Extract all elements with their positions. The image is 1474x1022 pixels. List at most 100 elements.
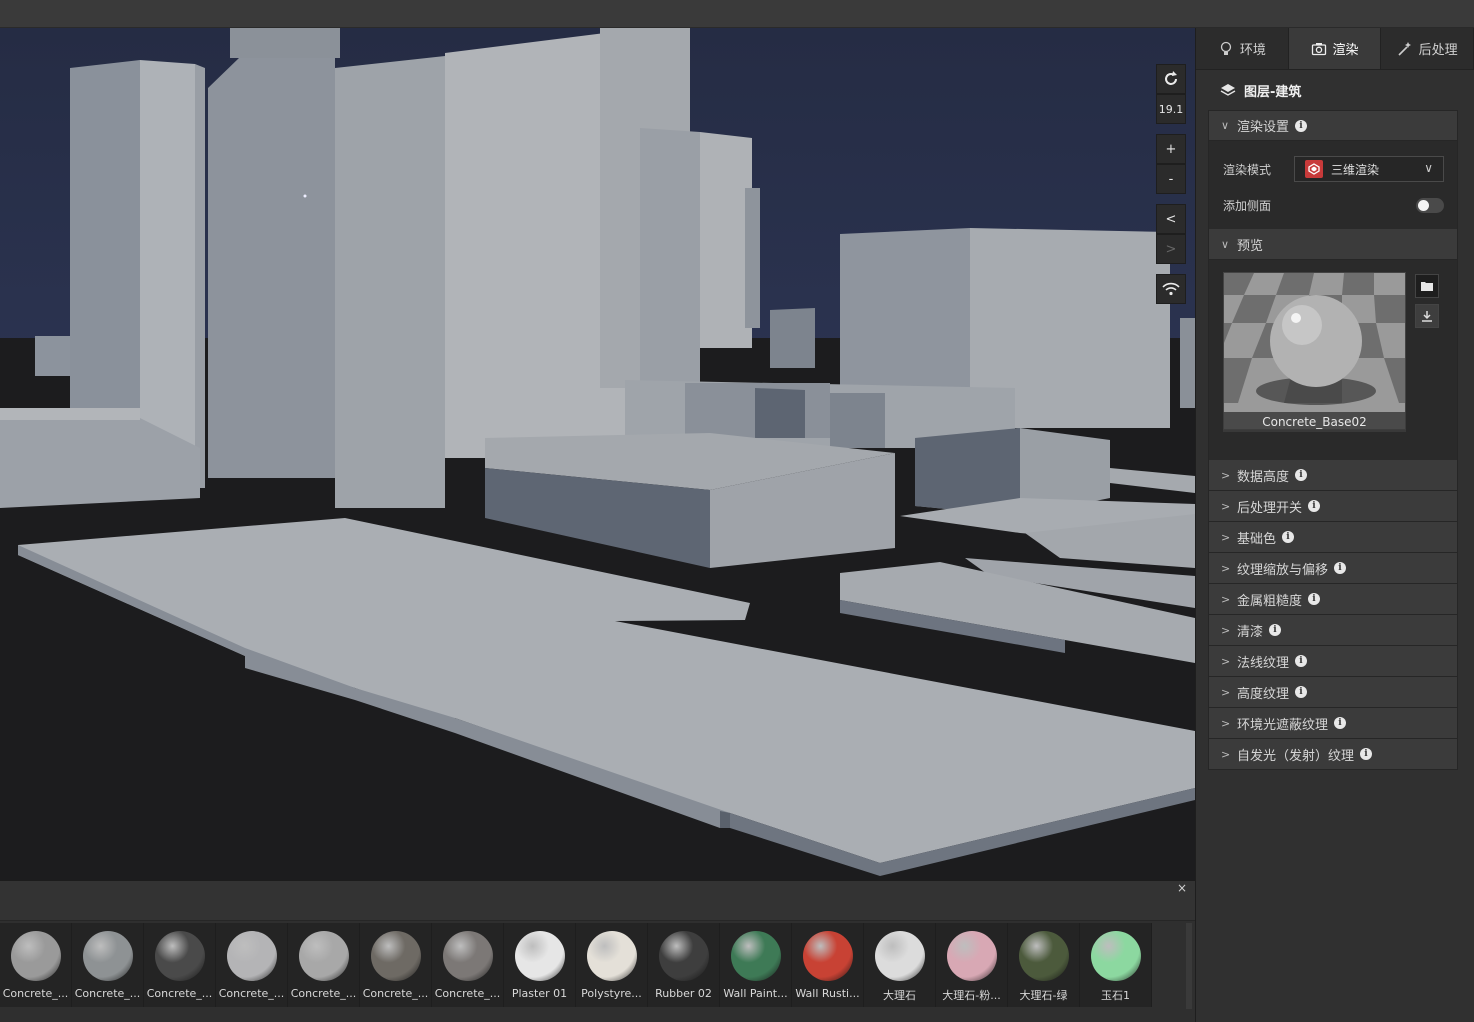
chevron-right-icon: >	[1221, 468, 1231, 482]
section-title: 高度纹理	[1237, 686, 1290, 702]
material-item[interactable]: Concrete_...	[144, 923, 216, 1007]
material-item[interactable]: Concrete_...	[432, 923, 504, 1007]
material-thumbnail	[802, 931, 853, 981]
material-item[interactable]: Wall Paint...	[720, 923, 792, 1007]
material-thumbnail	[946, 931, 997, 981]
tab-render-label: 渲染	[1332, 43, 1359, 58]
tab-environment[interactable]: 环境	[1196, 28, 1289, 69]
section-header[interactable]: > 后处理开关 i	[1208, 491, 1458, 522]
collapse-right-button[interactable]: >	[1156, 234, 1186, 264]
section-title: 法线纹理	[1237, 655, 1290, 671]
section-header[interactable]: > 数据高度 i	[1208, 460, 1458, 491]
material-item[interactable]: 大理石	[864, 923, 936, 1007]
material-preview-image	[1223, 272, 1406, 430]
section-header[interactable]: > 金属粗糙度 i	[1208, 584, 1458, 615]
zoom-out-button[interactable]: -	[1156, 164, 1186, 194]
material-item[interactable]: 玉石1	[1080, 923, 1152, 1007]
section-header[interactable]: > 纹理缩放与偏移 i	[1208, 553, 1458, 584]
material-item[interactable]: 大理石-绿	[1008, 923, 1080, 1007]
properties-panel: 环境 渲染 后处理 图层-建筑 ∨ 渲染设置 i 渲染模式 三维渲染 ∨ 添加侧…	[1195, 28, 1474, 1022]
material-list: Concrete_... Concrete_... Concrete_... Conc…	[0, 923, 1152, 1009]
render-settings-title: 渲染设置	[1237, 120, 1290, 135]
render-mode-select[interactable]: 三维渲染 ∨	[1294, 156, 1444, 182]
section-title: 金属粗糙度	[1237, 593, 1303, 609]
material-label: Polystyre...	[581, 987, 642, 1000]
download-material-button[interactable]	[1415, 304, 1439, 328]
tab-render[interactable]: 渲染	[1288, 28, 1382, 69]
folder-icon	[1421, 282, 1433, 291]
3d-viewport[interactable]: 19.1 + - < >	[0, 28, 1195, 880]
chevron-right-icon: >	[1221, 747, 1231, 761]
material-list-scrollbar[interactable]	[1186, 923, 1192, 1009]
chevron-right-icon: >	[1221, 654, 1231, 668]
info-icon[interactable]: i	[1282, 531, 1295, 543]
material-item[interactable]: Plaster 01	[504, 923, 576, 1007]
material-item[interactable]: Concrete_...	[360, 923, 432, 1007]
material-item[interactable]: Wall Rusti...	[792, 923, 864, 1007]
material-item[interactable]: Concrete_...	[288, 923, 360, 1007]
add-side-label: 添加侧面	[1223, 198, 1272, 213]
add-side-toggle[interactable]	[1416, 198, 1444, 213]
section-header[interactable]: > 基础色 i	[1208, 522, 1458, 553]
material-library-header: ×	[0, 881, 1195, 921]
section-header[interactable]: > 高度纹理 i	[1208, 677, 1458, 708]
chevron-down-icon: ∨	[1221, 119, 1230, 132]
info-icon[interactable]: i	[1295, 469, 1308, 481]
material-item[interactable]: Concrete_...	[0, 923, 72, 1007]
section-header[interactable]: > 法线纹理 i	[1208, 646, 1458, 677]
chevron-right-icon: >	[1221, 499, 1231, 513]
section-header[interactable]: > 清漆 i	[1208, 615, 1458, 646]
info-icon[interactable]: i	[1269, 624, 1282, 636]
material-thumbnail	[82, 931, 133, 981]
material-label: Concrete_...	[218, 987, 285, 1000]
info-icon[interactable]: i	[1334, 562, 1347, 574]
section-title: 后处理开关	[1237, 500, 1303, 516]
info-icon[interactable]: i	[1295, 119, 1308, 132]
material-label: Concrete_...	[290, 987, 357, 1000]
material-item[interactable]: 大理石-粉...	[936, 923, 1008, 1007]
chevron-right-icon: >	[1221, 623, 1231, 637]
section-title: 基础色	[1237, 531, 1277, 547]
material-label: 大理石	[883, 989, 916, 1002]
section-header[interactable]: > 自发光（发射）纹理 i	[1208, 739, 1458, 770]
material-label: Concrete_...	[2, 987, 69, 1000]
render-settings-header[interactable]: ∨ 渲染设置 i	[1208, 110, 1458, 141]
info-icon[interactable]: i	[1308, 593, 1321, 605]
material-thumbnail	[226, 931, 277, 981]
zoom-in-button[interactable]: +	[1156, 134, 1186, 164]
camera-icon	[1311, 42, 1326, 55]
material-item[interactable]: Concrete_...	[216, 923, 288, 1007]
close-icon[interactable]: ×	[1177, 881, 1187, 895]
collapse-left-button[interactable]: <	[1156, 204, 1186, 234]
refresh-button[interactable]	[1156, 64, 1186, 94]
layer-title-text: 图层-建筑	[1244, 84, 1302, 100]
open-material-button[interactable]	[1415, 274, 1439, 298]
section-header[interactable]: > 环境光遮蔽纹理 i	[1208, 708, 1458, 739]
tab-postprocess-label: 后处理	[1418, 43, 1458, 58]
material-preview-name: Concrete_Base02	[1223, 412, 1406, 432]
info-icon[interactable]: i	[1360, 748, 1373, 760]
signal-button[interactable]	[1156, 274, 1186, 304]
chevron-down-icon: ∨	[1221, 237, 1230, 251]
layers-icon	[1220, 84, 1236, 96]
material-label: Concrete_...	[74, 987, 141, 1000]
material-thumbnail	[298, 931, 349, 981]
preview-header[interactable]: ∨ 预览	[1208, 229, 1458, 260]
section-title: 数据高度	[1237, 469, 1290, 485]
render-mode-row: 渲染模式 三维渲染 ∨	[1209, 151, 1457, 187]
material-thumbnail	[154, 931, 205, 981]
material-thumbnail	[514, 931, 565, 981]
material-item[interactable]: Concrete_...	[72, 923, 144, 1007]
material-item[interactable]: Polystyre...	[576, 923, 648, 1007]
material-label: 大理石-绿	[1019, 989, 1068, 1002]
material-label: Concrete_...	[434, 987, 501, 1000]
tab-postprocess[interactable]: 后处理	[1381, 28, 1474, 69]
material-item[interactable]: Rubber 02	[648, 923, 720, 1007]
material-label: Wall Rusti...	[795, 987, 860, 1000]
info-icon[interactable]: i	[1308, 500, 1321, 512]
info-icon[interactable]: i	[1334, 717, 1347, 729]
info-icon[interactable]: i	[1295, 655, 1308, 667]
preview-title: 预览	[1237, 238, 1264, 254]
layer-title: 图层-建筑	[1196, 70, 1474, 110]
info-icon[interactable]: i	[1295, 686, 1308, 698]
